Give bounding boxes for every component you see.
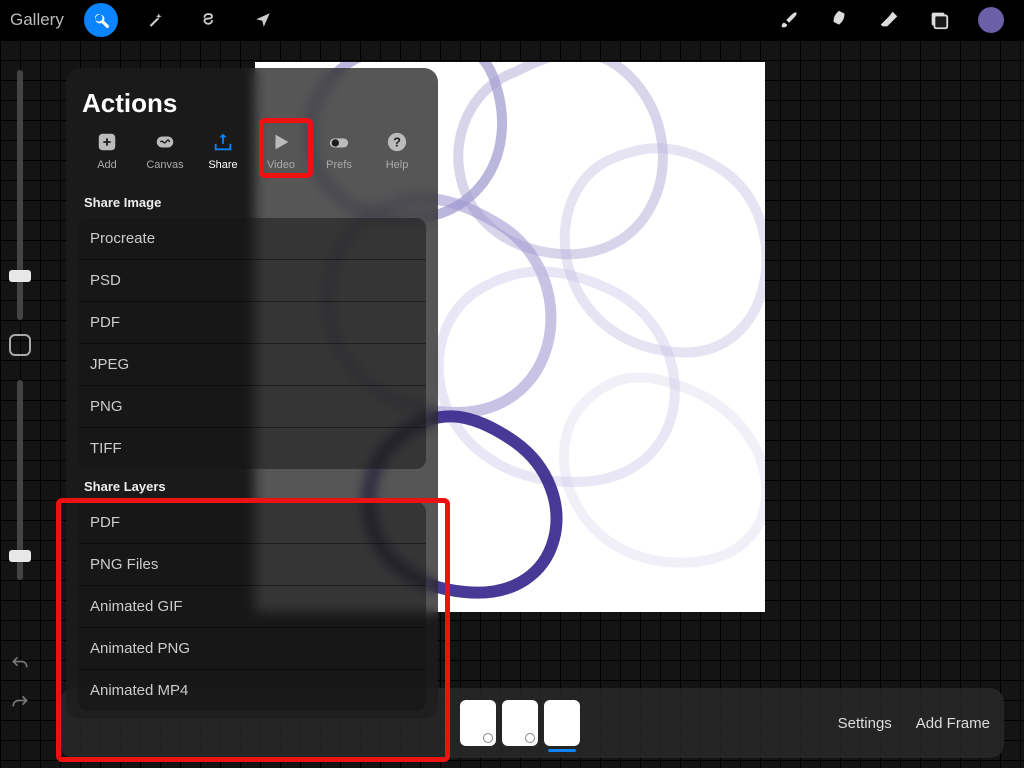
share-layers-animated-gif[interactable]: Animated GIF [78,586,426,628]
share-icon [209,131,237,153]
share-layers-animated-png[interactable]: Animated PNG [78,628,426,670]
share-image-header: Share Image [74,185,430,218]
tab-label: Canvas [146,159,183,171]
timeline-frame[interactable] [502,700,538,746]
share-option-psd[interactable]: PSD [78,260,426,302]
opacity-slider[interactable] [17,380,23,580]
tab-label: Help [386,159,409,171]
share-layers-animated-mp4[interactable]: Animated MP4 [78,670,426,711]
left-sidebar [0,60,40,768]
share-option-procreate[interactable]: Procreate [78,218,426,260]
adjustments-wand-icon[interactable] [138,3,172,37]
timeline-frame-selected[interactable] [544,700,580,746]
color-swatch[interactable] [978,7,1004,33]
timeline-settings-button[interactable]: Settings [838,715,892,732]
tab-canvas[interactable]: Canvas [139,131,191,171]
undo-icon[interactable] [10,654,30,679]
brush-size-thumb[interactable] [9,270,31,282]
popover-tab-row: Add Canvas Share Video Prefs ? Help [74,131,430,185]
share-option-png[interactable]: PNG [78,386,426,428]
tab-label: Prefs [326,159,352,171]
share-layers-png-files[interactable]: PNG Files [78,544,426,586]
tab-share[interactable]: Share [197,131,249,171]
tab-video[interactable]: Video [255,131,307,171]
timeline-frames [460,700,580,746]
share-option-tiff[interactable]: TIFF [78,428,426,469]
add-icon [93,131,121,153]
redo-icon[interactable] [10,693,30,718]
tab-prefs[interactable]: Prefs [313,131,365,171]
smudge-icon[interactable] [828,9,850,31]
transform-arrow-icon[interactable] [246,3,280,37]
eraser-icon[interactable] [878,9,900,31]
prefs-toggle-icon [325,131,353,153]
share-layers-header: Share Layers [74,469,430,502]
popover-title: Actions [74,84,430,131]
timeline-add-frame-button[interactable]: Add Frame [916,715,990,732]
actions-popover: Actions Add Canvas Share Video Prefs ? H… [66,68,438,719]
canvas-icon [151,131,179,153]
opacity-thumb[interactable] [9,550,31,562]
svg-text:?: ? [393,135,401,150]
tab-label: Video [267,159,295,171]
video-play-icon [267,131,295,153]
share-layers-pdf[interactable]: PDF [78,502,426,544]
tab-add[interactable]: Add [81,131,133,171]
selection-s-icon[interactable] [192,3,226,37]
tab-label: Share [208,159,237,171]
layers-icon[interactable] [928,9,950,31]
share-option-jpeg[interactable]: JPEG [78,344,426,386]
help-question-icon: ? [383,131,411,153]
timeline-frame[interactable] [460,700,496,746]
brush-icon[interactable] [778,9,800,31]
share-option-pdf[interactable]: PDF [78,302,426,344]
tab-help[interactable]: ? Help [371,131,423,171]
actions-wrench-icon[interactable] [84,3,118,37]
brush-size-slider[interactable] [17,70,23,320]
gallery-button[interactable]: Gallery [10,10,64,30]
modify-button[interactable] [9,334,31,356]
top-toolbar: Gallery [0,0,1024,40]
share-image-list: Procreate PSD PDF JPEG PNG TIFF [78,218,426,469]
share-layers-list: PDF PNG Files Animated GIF Animated PNG … [78,502,426,711]
tab-label: Add [97,159,117,171]
